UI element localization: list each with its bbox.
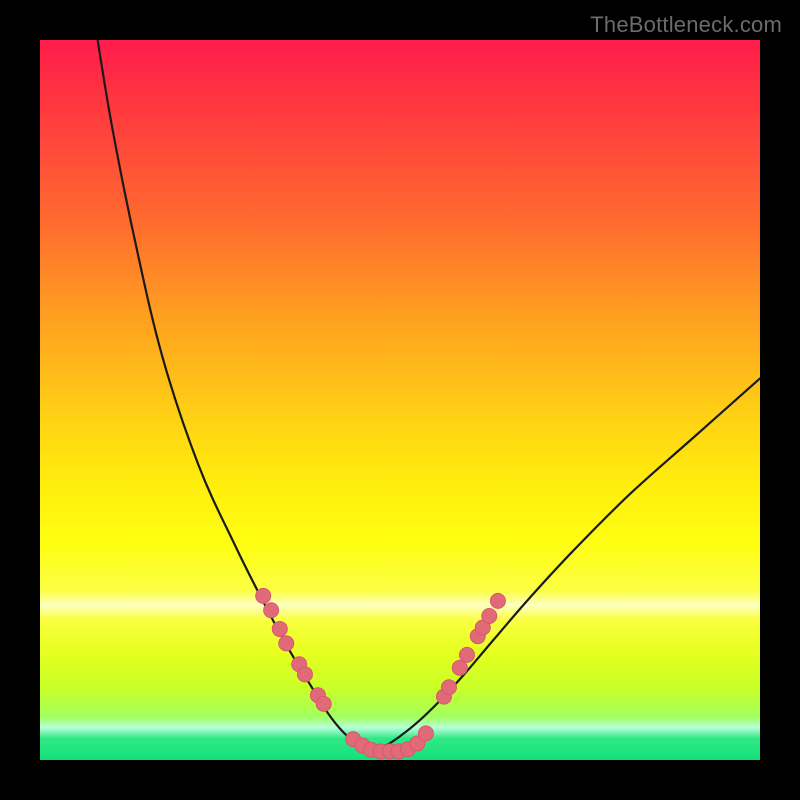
- data-dot: [482, 609, 497, 624]
- curve-left-branch: [98, 40, 372, 751]
- watermark-text: TheBottleneck.com: [590, 12, 782, 38]
- chart-svg: [40, 40, 760, 760]
- data-dot: [272, 621, 287, 636]
- data-dot: [264, 603, 279, 618]
- data-dots: [256, 588, 506, 759]
- data-dot: [418, 726, 433, 741]
- chart-stage: TheBottleneck.com: [0, 0, 800, 800]
- data-dot: [490, 593, 505, 608]
- curve-right-branch: [371, 378, 760, 750]
- data-dot: [441, 680, 456, 695]
- data-dot: [256, 588, 271, 603]
- data-dot: [459, 647, 474, 662]
- data-dot: [279, 636, 294, 651]
- data-dot: [297, 667, 312, 682]
- data-dot: [316, 696, 331, 711]
- plot-area: [40, 40, 760, 760]
